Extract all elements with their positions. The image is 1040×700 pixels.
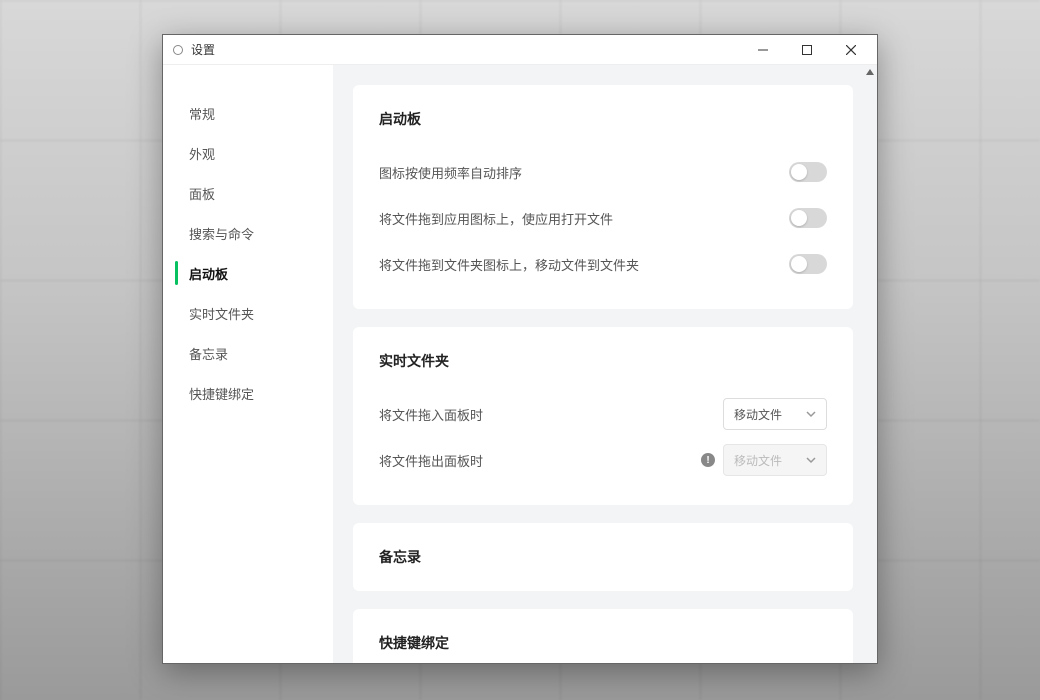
minimize-icon bbox=[758, 45, 768, 55]
sidebar: 常规 外观 面板 搜索与命令 启动板 实时文件夹 备忘录 快捷键绑定 bbox=[163, 65, 333, 663]
select-value: 移动文件 bbox=[734, 406, 782, 423]
close-button[interactable] bbox=[829, 35, 873, 65]
sidebar-item-label: 备忘录 bbox=[189, 344, 228, 363]
setting-label: 图标按使用频率自动排序 bbox=[379, 163, 522, 182]
setting-label: 将文件拖到应用图标上，使应用打开文件 bbox=[379, 209, 613, 228]
titlebar: 设置 bbox=[163, 35, 877, 65]
sidebar-item-label: 搜索与命令 bbox=[189, 224, 254, 243]
setting-row: 将文件拖入面板时 移动文件 bbox=[379, 393, 827, 435]
sidebar-item-appearance[interactable]: 外观 bbox=[163, 133, 333, 173]
section-title: 快捷键绑定 bbox=[379, 633, 827, 653]
select-value: 移动文件 bbox=[734, 452, 782, 469]
sidebar-item-label: 常规 bbox=[189, 104, 215, 123]
section-memo: 备忘录 bbox=[353, 523, 853, 591]
section-hotkey: 快捷键绑定 快速切换应用 ! bbox=[353, 609, 853, 663]
sidebar-item-hotkey[interactable]: 快捷键绑定 bbox=[163, 373, 333, 413]
select-drag-out: 移动文件 bbox=[723, 444, 827, 476]
maximize-icon bbox=[802, 45, 812, 55]
sidebar-item-label: 实时文件夹 bbox=[189, 304, 254, 323]
window-title: 设置 bbox=[191, 41, 215, 58]
settings-window: 设置 常规 外观 面板 搜索与命令 启动板 实时文件夹 备忘录 快捷键绑定 启 bbox=[162, 34, 878, 664]
content-scroll[interactable]: 启动板 图标按使用频率自动排序 将文件拖到应用图标上，使应用打开文件 将文件拖到… bbox=[333, 65, 877, 663]
app-icon bbox=[173, 45, 183, 55]
sidebar-item-label: 外观 bbox=[189, 144, 215, 163]
setting-label: 将文件拖到文件夹图标上，移动文件到文件夹 bbox=[379, 255, 639, 274]
setting-label: 将文件拖出面板时 bbox=[379, 451, 483, 470]
sidebar-item-livefolder[interactable]: 实时文件夹 bbox=[163, 293, 333, 333]
toggle-switch[interactable] bbox=[789, 162, 827, 182]
minimize-button[interactable] bbox=[741, 35, 785, 65]
toggle-switch[interactable] bbox=[789, 254, 827, 274]
select-drag-in[interactable]: 移动文件 bbox=[723, 398, 827, 430]
sidebar-item-label: 面板 bbox=[189, 184, 215, 203]
info-icon[interactable]: ! bbox=[701, 453, 715, 467]
close-icon bbox=[846, 45, 856, 55]
sidebar-item-memo[interactable]: 备忘录 bbox=[163, 333, 333, 373]
section-livefolder: 实时文件夹 将文件拖入面板时 移动文件 将文件拖出面板时 bbox=[353, 327, 853, 505]
sidebar-item-panel[interactable]: 面板 bbox=[163, 173, 333, 213]
chevron-down-icon bbox=[806, 455, 816, 465]
section-launcher: 启动板 图标按使用频率自动排序 将文件拖到应用图标上，使应用打开文件 将文件拖到… bbox=[353, 85, 853, 309]
section-title: 实时文件夹 bbox=[379, 351, 827, 371]
sidebar-item-search[interactable]: 搜索与命令 bbox=[163, 213, 333, 253]
sidebar-item-general[interactable]: 常规 bbox=[163, 93, 333, 133]
toggle-switch[interactable] bbox=[789, 208, 827, 228]
section-title: 启动板 bbox=[379, 109, 827, 129]
sidebar-item-launcher[interactable]: 启动板 bbox=[163, 253, 333, 293]
setting-row: 将文件拖到文件夹图标上，移动文件到文件夹 bbox=[379, 243, 827, 285]
sidebar-item-label: 快捷键绑定 bbox=[189, 384, 254, 403]
maximize-button[interactable] bbox=[785, 35, 829, 65]
setting-row: 图标按使用频率自动排序 bbox=[379, 151, 827, 193]
chevron-down-icon bbox=[806, 409, 816, 419]
setting-label: 将文件拖入面板时 bbox=[379, 405, 483, 424]
setting-row: 将文件拖出面板时 ! 移动文件 bbox=[379, 439, 827, 481]
section-title: 备忘录 bbox=[379, 547, 827, 567]
sidebar-item-label: 启动板 bbox=[189, 264, 228, 283]
setting-row: 将文件拖到应用图标上，使应用打开文件 bbox=[379, 197, 827, 239]
